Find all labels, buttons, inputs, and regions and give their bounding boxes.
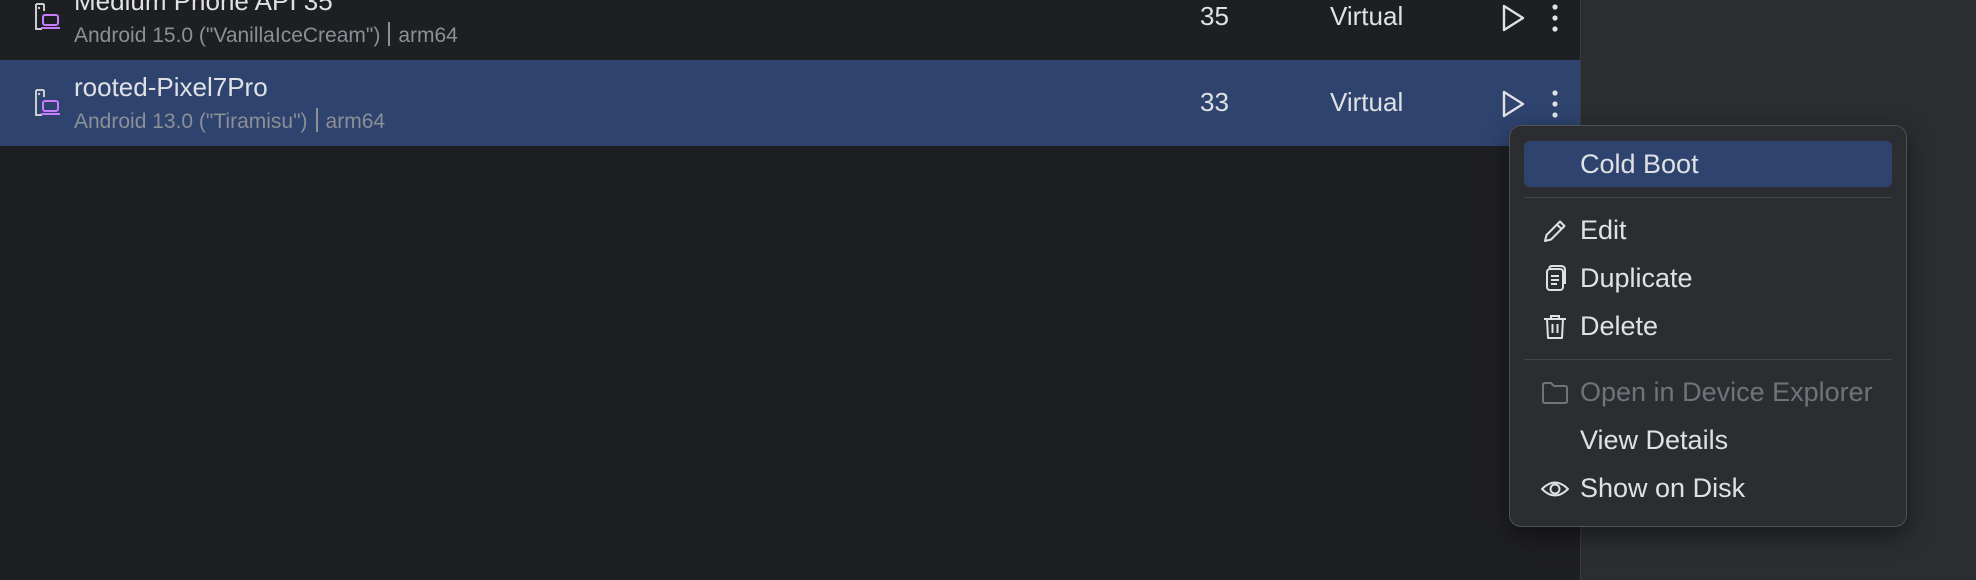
menu-item-label: Duplicate [1580, 263, 1693, 293]
device-arch: arm64 [398, 24, 458, 47]
pencil-icon [1544, 220, 1566, 242]
more-vertical-icon[interactable] [1542, 86, 1568, 122]
menu-separator [1524, 197, 1892, 198]
menu-separator [1524, 359, 1892, 360]
device-api-level: 33 [1200, 87, 1229, 117]
device-subtitle: Android 15.0 ("VanillaIceCream") arm64 [74, 22, 458, 48]
more-vertical-icon[interactable] [1542, 0, 1568, 36]
device-list-panel: Medium Phone API 35 Android 15.0 ("Vanil… [0, 0, 1581, 580]
menu-item-label: Delete [1580, 311, 1659, 341]
menu-item-label: Show on Disk [1580, 473, 1746, 503]
menu-item-label: Cold Boot [1580, 149, 1699, 179]
menu-item-label: View Details [1580, 425, 1729, 455]
android-version: Android 13.0 ("Tiramisu") [74, 110, 308, 133]
folder-icon [1542, 382, 1568, 404]
menu-item-edit[interactable]: Edit [1524, 207, 1892, 253]
device-type: Virtual [1330, 1, 1404, 31]
menu-item-view-details[interactable]: View Details [1524, 417, 1892, 463]
device-row[interactable]: Medium Phone API 35 Android 15.0 ("Vanil… [0, 0, 1580, 60]
device-manager: Medium Phone API 35 Android 15.0 ("Vanil… [0, 0, 1976, 580]
device-name: rooted-Pixel7Pro [74, 72, 268, 102]
menu-item-duplicate[interactable]: Duplicate [1524, 255, 1892, 301]
menu-item-delete[interactable]: Delete [1524, 303, 1892, 349]
eye-icon [1541, 481, 1569, 497]
phone-device-icon [35, 89, 60, 116]
menu-item-label: Open in Device Explorer [1580, 377, 1873, 407]
menu-item-open-device-explorer: Open in Device Explorer [1524, 369, 1892, 415]
device-arch: arm64 [325, 110, 386, 133]
subtitle-separator [315, 108, 318, 133]
device-type: Virtual [1330, 87, 1404, 117]
copy-icon [1546, 265, 1566, 291]
menu-item-label: Edit [1580, 215, 1627, 245]
subtitle-separator [388, 22, 391, 47]
android-version: Android 15.0 ("VanillaIceCream") [74, 24, 381, 47]
menu-item-show-on-disk[interactable]: Show on Disk [1524, 465, 1892, 511]
trash-icon [1544, 315, 1566, 339]
device-api-level: 35 [1200, 1, 1229, 31]
play-icon[interactable] [1496, 88, 1528, 120]
device-subtitle: Android 13.0 ("Tiramisu") arm64 [74, 108, 386, 134]
device-context-menu: Cold Boot Edit Duplicate Delete Open in … [1509, 125, 1907, 527]
play-icon[interactable] [1496, 2, 1528, 34]
device-name: Medium Phone API 35 [74, 0, 333, 16]
phone-device-icon [35, 3, 60, 30]
menu-item-cold-boot[interactable]: Cold Boot [1524, 141, 1892, 187]
device-row-selected[interactable]: rooted-Pixel7Pro Android 13.0 ("Tiramisu… [0, 60, 1580, 146]
